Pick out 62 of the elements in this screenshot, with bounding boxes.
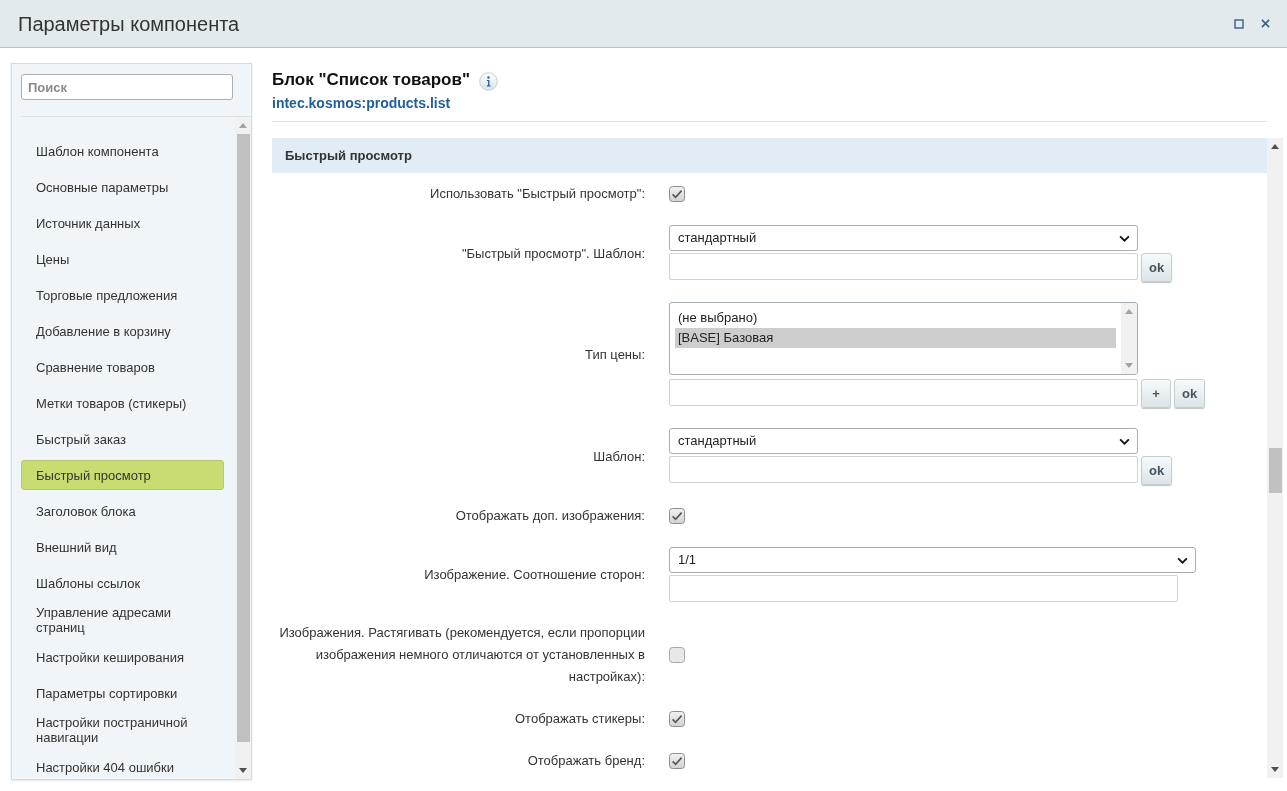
info-icon[interactable]	[479, 72, 498, 91]
checkbox[interactable]	[669, 753, 685, 769]
sidebar-item[interactable]: Настройки кеширования	[21, 642, 224, 672]
field-label: Отображать бренд:	[526, 752, 645, 770]
sidebar-item[interactable]: Цены	[21, 244, 224, 274]
sidebar-item[interactable]: Сравнение товаров	[21, 352, 224, 382]
sidebar-item[interactable]: Источник данных	[21, 208, 224, 238]
maximize-icon[interactable]	[1234, 18, 1244, 29]
window-title: Параметры компонента	[18, 11, 240, 36]
search-field[interactable]: Поиск	[21, 74, 233, 100]
sidebar-item[interactable]: Быстрый просмотр	[21, 460, 224, 490]
dropdown-select[interactable]: 1/1	[669, 547, 1196, 573]
component-title: Блок "Список товаров"	[272, 69, 470, 90]
field-label: "Быстрый просмотр". Шаблон:	[460, 244, 645, 263]
scroll-up-icon[interactable]	[1271, 144, 1279, 149]
text-input[interactable]	[669, 456, 1138, 483]
checkbox[interactable]	[669, 186, 685, 202]
form-button[interactable]: +	[1141, 379, 1171, 408]
sidebar-item[interactable]: Добавление в корзину	[21, 316, 224, 346]
chevron-down-icon	[1177, 556, 1188, 564]
field-label: Шаблон:	[592, 447, 645, 466]
scrollbar-thumb[interactable]	[1268, 448, 1282, 493]
form-button[interactable]: ok	[1141, 253, 1173, 282]
field-label: Изображения. Растягивать (рекомендуется, если пропорции изображения немного отличаются от установленных в настройках):	[278, 624, 645, 686]
field-label: Использовать "Быстрый просмотр":	[429, 185, 645, 203]
chevron-down-icon	[1119, 234, 1130, 242]
text-input[interactable]	[669, 379, 1138, 406]
scroll-down-icon[interactable]	[1271, 767, 1279, 772]
section-title: Быстрый просмотр	[285, 146, 412, 165]
sidebar-item[interactable]: Основные параметры	[21, 172, 224, 202]
sidebar-item[interactable]: Метки товаров (стикеры)	[21, 388, 224, 418]
sidebar-item[interactable]: Шаблоны ссылок	[21, 568, 224, 598]
sidebar-item[interactable]: Настройки 404 ошибки	[21, 752, 224, 779]
sidebar-item[interactable]: Торговые предложения	[21, 280, 224, 310]
scrollbar-thumb[interactable]	[236, 134, 250, 742]
sidebar-item[interactable]: Параметры сортировки	[21, 678, 224, 708]
sidebar-item[interactable]: Внешний вид	[21, 532, 224, 562]
sidebar-item[interactable]: Заголовок блока	[21, 496, 224, 526]
form-button[interactable]: ok	[1174, 379, 1206, 408]
checkbox[interactable]	[669, 508, 685, 524]
text-input[interactable]	[669, 253, 1138, 280]
field-label: Отображать доп. изображения:	[454, 507, 645, 525]
field-label: Тип цены:	[584, 346, 645, 364]
field-label: Изображение. Соотношение сторон:	[423, 565, 645, 584]
sidebar-item[interactable]: Управление адресами страниц	[21, 604, 224, 636]
scroll-down-icon[interactable]	[239, 768, 247, 773]
checkbox[interactable]	[669, 711, 685, 727]
listbox[interactable]: (не выбрано) [BASE] Базовая	[669, 302, 1138, 375]
sidebar-item[interactable]: Шаблон компонента	[21, 136, 224, 166]
dropdown-select[interactable]: стандартный	[669, 225, 1138, 251]
dropdown-select[interactable]: стандартный	[669, 428, 1138, 454]
sidebar-item[interactable]: Быстрый заказ	[21, 424, 224, 454]
chevron-down-icon	[1119, 437, 1130, 445]
text-input[interactable]	[669, 575, 1178, 602]
checkbox[interactable]	[669, 647, 685, 663]
close-icon[interactable]	[1261, 19, 1270, 28]
field-label: Отображать стикеры:	[514, 710, 645, 728]
component-code: intec.kosmos:products.list	[272, 94, 452, 112]
listbox-option[interactable]: [BASE] Базовая	[675, 328, 1116, 348]
listbox-option[interactable]: (не выбрано)	[675, 308, 1116, 328]
form-button[interactable]: ok	[1141, 456, 1173, 485]
sidebar-item[interactable]: Настройки постраничной навигации	[21, 714, 224, 746]
